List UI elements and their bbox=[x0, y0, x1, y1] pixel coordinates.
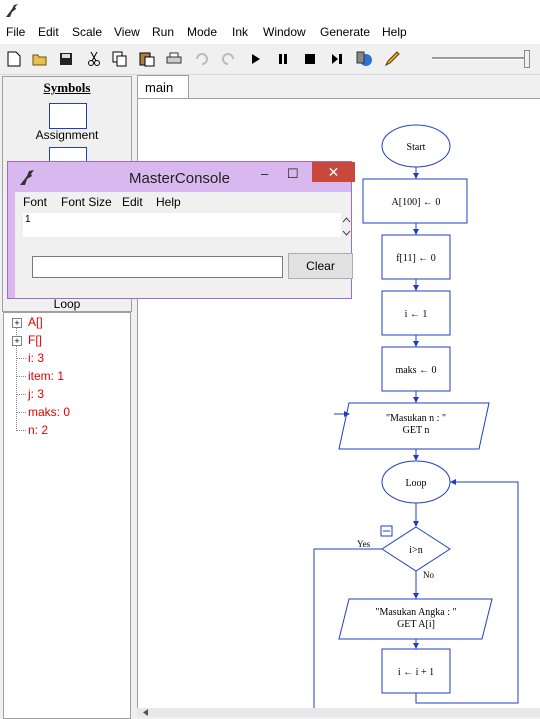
tree-item-f[interactable]: F[] bbox=[28, 333, 42, 347]
input1-prompt-text: "Masukan n : " bbox=[386, 413, 446, 424]
step3-text: i ← 1 bbox=[405, 309, 428, 320]
assignment-label: Assignment bbox=[35, 128, 99, 142]
tree-item-i[interactable]: i: 3 bbox=[28, 351, 44, 365]
test-server-icon[interactable] bbox=[354, 49, 374, 69]
start-text: Start bbox=[407, 142, 426, 153]
maximize-button[interactable]: ☐ bbox=[287, 166, 299, 182]
menu-window[interactable]: Window bbox=[263, 25, 306, 39]
menu-run[interactable]: Run bbox=[152, 25, 174, 39]
undo-icon[interactable] bbox=[192, 49, 212, 69]
redo-icon[interactable] bbox=[218, 49, 238, 69]
input1-get-text: GET n bbox=[403, 425, 430, 436]
variables-tree: + A[] + F[] i: 3 item: 1 j: 3 maks: 0 n:… bbox=[3, 312, 131, 719]
save-icon[interactable] bbox=[56, 49, 76, 69]
tree-item-j[interactable]: j: 3 bbox=[28, 387, 44, 401]
minimize-button[interactable]: – bbox=[261, 166, 268, 181]
expand-icon[interactable]: + bbox=[12, 318, 22, 328]
tree-item-item[interactable]: item: 1 bbox=[28, 369, 64, 383]
stop-icon[interactable] bbox=[300, 49, 320, 69]
menu-file[interactable]: File bbox=[6, 25, 25, 39]
step-icon[interactable] bbox=[327, 49, 347, 69]
tab-main-label: main bbox=[145, 80, 174, 95]
cut-icon[interactable] bbox=[84, 49, 104, 69]
menu-scale[interactable]: Scale bbox=[72, 25, 102, 39]
decision-text: i>n bbox=[409, 545, 422, 556]
menu-edit[interactable]: Edit bbox=[38, 25, 59, 39]
menu-help[interactable]: Help bbox=[382, 25, 407, 39]
menu-ink[interactable]: Ink bbox=[232, 25, 248, 39]
close-button[interactable]: ✕ bbox=[312, 162, 355, 182]
scroll-left-icon[interactable] bbox=[143, 709, 149, 716]
input2-prompt-text: "Masukan Angka : " bbox=[375, 607, 456, 618]
tree-item-maks[interactable]: maks: 0 bbox=[28, 405, 70, 419]
tree-item-a[interactable]: A[] bbox=[28, 315, 43, 329]
loop-text: Loop bbox=[405, 478, 426, 489]
menu-bar: File Edit Scale View Run Mode Ink Window… bbox=[0, 22, 540, 44]
paste-icon[interactable] bbox=[137, 49, 157, 69]
raptor-app-icon bbox=[6, 4, 18, 17]
master-console-window: MasterConsole – ☐ ✕ Font Font Size Edit … bbox=[7, 161, 355, 299]
loop-label: Loop bbox=[53, 297, 81, 311]
symbols-title: Symbols bbox=[43, 80, 91, 95]
ink-pen-icon[interactable] bbox=[382, 49, 402, 69]
console-menu-font-size[interactable]: Font Size bbox=[61, 195, 112, 209]
expand-icon[interactable]: + bbox=[12, 336, 22, 346]
console-menu-help[interactable]: Help bbox=[156, 195, 181, 209]
step1-text: A[100] ← 0 bbox=[392, 197, 441, 208]
pause-icon[interactable] bbox=[273, 49, 293, 69]
console-output[interactable]: 1 bbox=[23, 213, 341, 237]
yes-label: Yes bbox=[357, 539, 371, 549]
no-label: No bbox=[423, 570, 434, 580]
speed-slider-track[interactable] bbox=[432, 57, 528, 60]
title-bar bbox=[0, 0, 540, 22]
console-body: Font Font Size Edit Help 1 bbox=[15, 192, 351, 298]
step5-text: i ← i + 1 bbox=[398, 667, 434, 678]
tree-item-n[interactable]: n: 2 bbox=[28, 423, 48, 437]
clear-button[interactable]: Clear bbox=[288, 253, 353, 279]
menu-generate[interactable]: Generate bbox=[320, 25, 370, 39]
console-input[interactable] bbox=[32, 256, 283, 278]
menu-mode[interactable]: Mode bbox=[187, 25, 217, 39]
new-file-icon[interactable] bbox=[4, 49, 24, 69]
step2-text: f[11] ← 0 bbox=[396, 253, 436, 264]
console-output-text: 1 bbox=[25, 214, 31, 225]
play-icon[interactable] bbox=[246, 49, 266, 69]
speed-slider-thumb[interactable] bbox=[524, 50, 530, 68]
horizontal-scrollbar[interactable] bbox=[137, 708, 540, 717]
step4-text: maks ← 0 bbox=[395, 365, 436, 376]
print-icon[interactable] bbox=[164, 49, 184, 69]
console-title: MasterConsole bbox=[129, 170, 230, 187]
console-menu-font[interactable]: Font bbox=[23, 195, 47, 209]
console-menu-edit[interactable]: Edit bbox=[122, 195, 143, 209]
menu-view[interactable]: View bbox=[114, 25, 140, 39]
assignment-symbol[interactable] bbox=[49, 103, 87, 129]
tab-main[interactable]: main bbox=[137, 75, 189, 99]
input2-get-text: GET A[i] bbox=[397, 619, 435, 630]
console-scroll-arrows-icon[interactable] bbox=[342, 216, 351, 238]
open-folder-icon[interactable] bbox=[30, 49, 50, 69]
copy-icon[interactable] bbox=[110, 49, 130, 69]
